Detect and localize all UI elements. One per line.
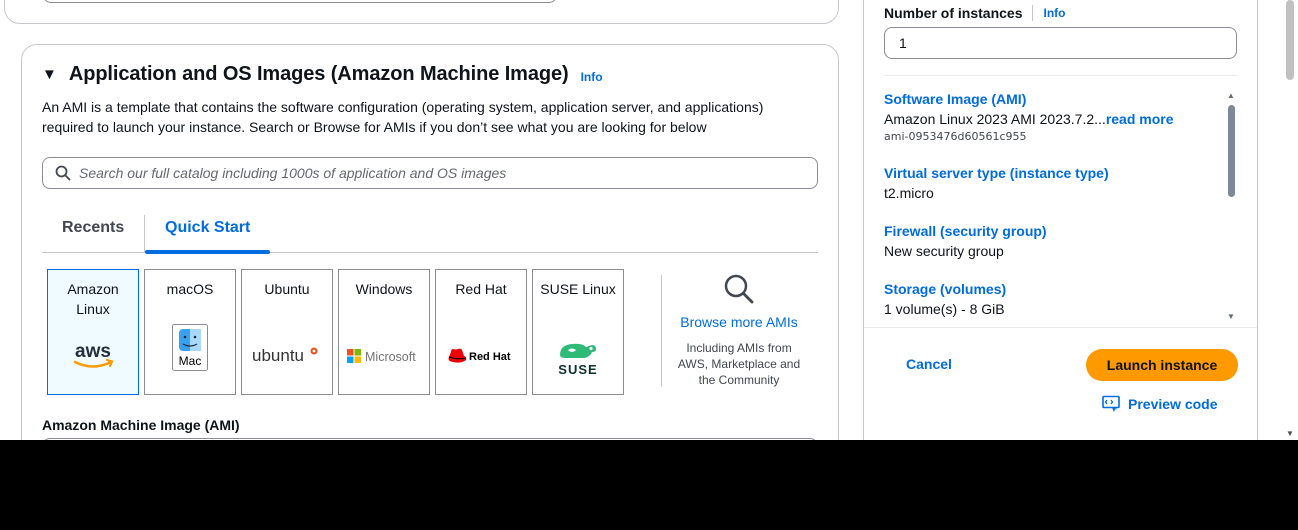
- aws-logo-text: aws: [75, 341, 111, 362]
- page-scroll-thumb[interactable]: [1286, 0, 1294, 80]
- aws-logo-icon: aws: [48, 340, 138, 372]
- summary-value-firewall: New security group: [884, 243, 1004, 259]
- summary-scroll-thumb[interactable]: [1228, 105, 1235, 197]
- ami-info-link[interactable]: Info: [581, 70, 603, 84]
- scroll-up-arrow-icon[interactable]: ▲: [1227, 91, 1235, 100]
- launch-instance-button[interactable]: Launch instance: [1086, 349, 1238, 381]
- summary-item-software-image: Software Image (AMI) Amazon Linux 2023 A…: [884, 89, 1237, 145]
- suse-logo-icon: SUSE: [533, 338, 623, 378]
- tab-quick-start[interactable]: Quick Start: [144, 215, 271, 254]
- tile-suse-linux[interactable]: SUSE Linux SUSE: [532, 269, 624, 395]
- tile-label: Ubuntu: [264, 281, 310, 297]
- preview-code-link[interactable]: Preview code: [1102, 395, 1218, 413]
- tab-recents[interactable]: Recents: [42, 215, 144, 252]
- summary-item-firewall: Firewall (security group) New security g…: [884, 221, 1237, 261]
- summary-divider: [884, 75, 1237, 76]
- search-icon: [55, 165, 71, 181]
- scroll-down-arrow-icon[interactable]: ▼: [1227, 312, 1235, 321]
- ami-section-panel: ▼ Application and OS Images (Amazon Mach…: [21, 44, 839, 440]
- tile-red-hat[interactable]: Red Hat Red Hat: [435, 269, 527, 395]
- tiles-divider: [661, 275, 662, 387]
- number-of-instances-info-link[interactable]: Info: [1043, 6, 1065, 20]
- page-scroll-down-arrow-icon[interactable]: ▼: [1286, 429, 1294, 438]
- cancel-button[interactable]: Cancel: [906, 356, 952, 372]
- tile-label: Amazon Linux: [67, 281, 119, 317]
- number-of-instances-text: Number of instances: [884, 5, 1023, 21]
- tile-label: Red Hat: [455, 281, 507, 297]
- tile-label: macOS: [166, 281, 214, 297]
- label-separator: [1032, 5, 1034, 21]
- suse-logo-text: SUSE: [558, 362, 597, 377]
- ami-id: ami-0953476d60561c955: [884, 130, 1027, 143]
- ami-section-header[interactable]: ▼ Application and OS Images (Amazon Mach…: [42, 63, 603, 86]
- summary-key-software-image[interactable]: Software Image (AMI): [884, 89, 1237, 109]
- number-of-instances-label: Number of instances Info: [884, 5, 1065, 21]
- mac-logo-text: Mac: [179, 354, 202, 368]
- summary-key-instance-type[interactable]: Virtual server type (instance type): [884, 163, 1237, 183]
- summary-item-storage: Storage (volumes) 1 volume(s) - 8 GiB: [884, 279, 1237, 319]
- ami-search-input[interactable]: [79, 165, 779, 181]
- magnifier-icon: [724, 274, 754, 304]
- summary-panel: Number of instances Info Software Image …: [863, 0, 1258, 440]
- tile-macos[interactable]: macOS Mac: [144, 269, 236, 395]
- summary-key-storage[interactable]: Storage (volumes): [884, 279, 1237, 299]
- redhat-logo-text: Red Hat: [469, 351, 511, 363]
- summary-value-instance-type: t2.micro: [884, 185, 934, 201]
- number-of-instances-input[interactable]: [884, 27, 1237, 59]
- summary-value-storage: 1 volume(s) - 8 GiB: [884, 301, 1005, 317]
- tile-amazon-linux[interactable]: Amazon Linux aws: [47, 269, 139, 395]
- ami-select-label: Amazon Machine Image (AMI): [42, 417, 240, 433]
- ami-tabs: Recents Quick Start: [42, 215, 818, 254]
- browse-more-amis-link[interactable]: Browse more AMIs: [677, 314, 801, 330]
- ami-search-box[interactable]: [42, 157, 818, 189]
- microsoft-logo-icon: Microsoft: [339, 340, 429, 372]
- mac-finder-icon: Mac: [145, 324, 235, 371]
- preview-code-text: Preview code: [1128, 396, 1218, 412]
- tile-ubuntu[interactable]: Ubuntu ubuntu: [241, 269, 333, 395]
- ubuntu-logo-text: ubuntu: [252, 346, 304, 365]
- read-more-link[interactable]: read more: [1106, 111, 1174, 127]
- summary-item-instance-type: Virtual server type (instance type) t2.m…: [884, 163, 1237, 203]
- tile-label: SUSE Linux: [540, 281, 616, 297]
- tile-windows[interactable]: Windows Microsoft: [338, 269, 430, 395]
- black-letterbox: [0, 440, 1298, 530]
- previous-section-panel: [4, 0, 839, 24]
- previous-section-field[interactable]: [43, 0, 557, 3]
- collapse-caret-icon[interactable]: ▼: [42, 66, 57, 83]
- summary-footer-divider: [864, 327, 1257, 328]
- code-preview-icon: [1102, 395, 1120, 412]
- summary-details: Software Image (AMI) Amazon Linux 2023 A…: [884, 89, 1237, 325]
- page-viewport: ▼ Application and OS Images (Amazon Mach…: [0, 0, 1298, 440]
- summary-scrollbar[interactable]: ▲ ▼: [1226, 89, 1236, 321]
- software-image-value-text: Amazon Linux 2023 AMI 2023.7.2...: [884, 111, 1106, 127]
- redhat-logo-icon: Red Hat: [436, 340, 526, 372]
- browse-more-amis[interactable]: Browse more AMIs Including AMIs from AWS…: [677, 273, 801, 388]
- browse-more-amis-subtext: Including AMIs from AWS, Marketplace and…: [677, 341, 801, 387]
- summary-key-firewall[interactable]: Firewall (security group): [884, 221, 1237, 241]
- ubuntu-logo-icon: ubuntu: [242, 340, 332, 372]
- tile-label: Windows: [355, 281, 413, 297]
- summary-value-software-image: Amazon Linux 2023 AMI 2023.7.2...read mo…: [884, 109, 1237, 129]
- microsoft-logo-text: Microsoft: [365, 350, 416, 364]
- ami-section-title: Application and OS Images (Amazon Machin…: [68, 63, 569, 85]
- page-scrollbar[interactable]: ▼: [1282, 0, 1298, 440]
- ami-description: An AMI is a template that contains the s…: [42, 99, 764, 135]
